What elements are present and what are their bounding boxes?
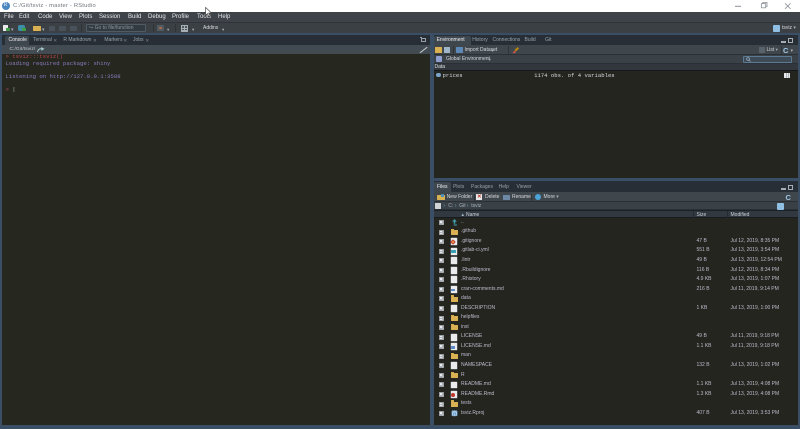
- svg-text:R: R: [453, 411, 456, 416]
